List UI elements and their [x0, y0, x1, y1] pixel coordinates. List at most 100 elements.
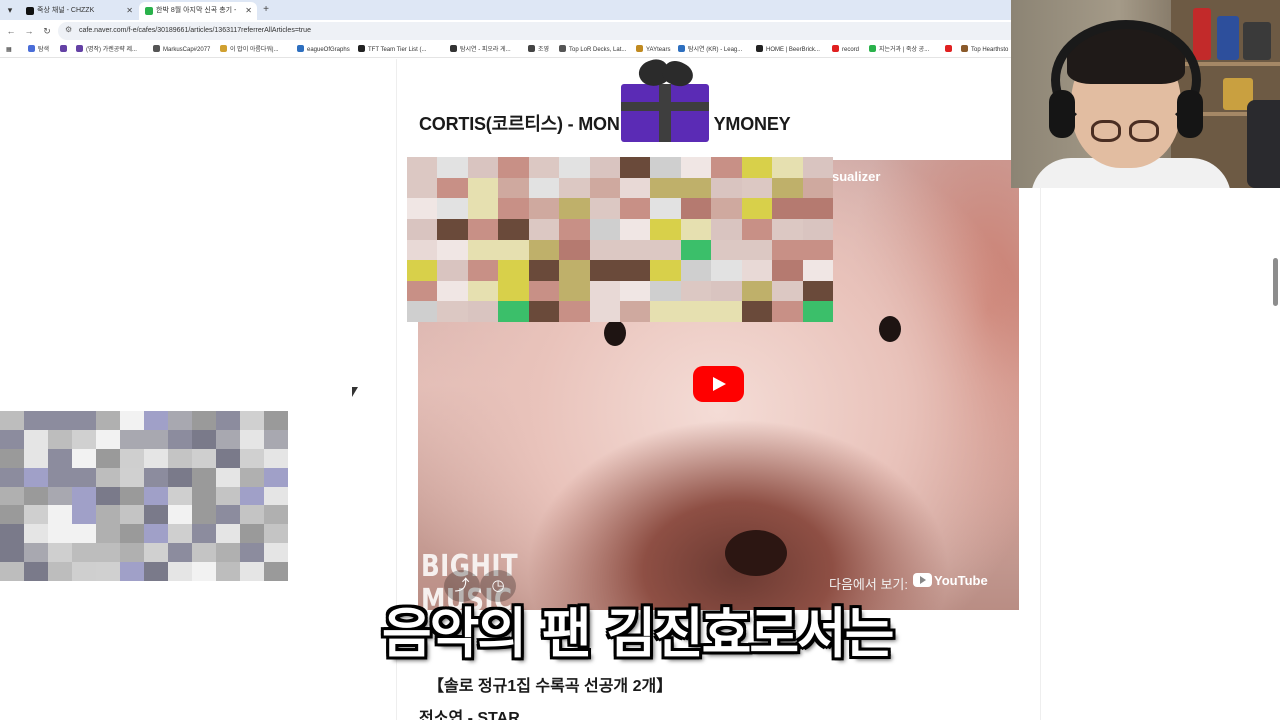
mosaic-cell	[620, 198, 651, 219]
bookmark-label: MarkusCap#2077	[163, 47, 211, 53]
mosaic-cell	[772, 157, 803, 178]
mosaic-cell	[741, 157, 773, 178]
bookmark-item[interactable]: MarkusCap#2077	[153, 42, 210, 58]
mosaic-cell	[240, 448, 264, 468]
mosaic-cell	[24, 411, 48, 430]
mosaic-cell	[680, 177, 712, 199]
mosaic-cell	[741, 301, 773, 322]
bookmark-item[interactable]: TFT Team Tier List (...	[358, 42, 426, 58]
bookmark-item[interactable]: 이 밥이 아름다워|...	[220, 42, 279, 58]
pixelated-overlay	[0, 411, 288, 581]
mosaic-cell	[216, 429, 240, 449]
scrollbar-thumb[interactable]	[1273, 258, 1278, 306]
mosaic-cell	[192, 562, 216, 581]
tab-search-icon[interactable]: ▾	[2, 2, 18, 18]
mosaic-cell	[240, 543, 264, 563]
mosaic-cell	[802, 218, 833, 240]
mosaic-cell	[437, 218, 468, 240]
bookmark-item[interactable]: Top LoR Decks, Lat...	[559, 42, 626, 58]
mosaic-cell	[168, 486, 192, 506]
mosaic-cell	[528, 301, 560, 322]
mosaic-cell	[144, 448, 168, 468]
bookmark-label: record	[842, 47, 860, 53]
mosaic-cell	[772, 218, 803, 240]
mosaic-cell	[168, 505, 192, 525]
mosaic-cell	[498, 218, 529, 240]
mosaic-cell	[192, 486, 216, 506]
mosaic-cell	[620, 280, 651, 302]
mosaic-cell	[772, 198, 803, 219]
mosaic-cell	[240, 505, 264, 525]
mosaic-cell	[467, 177, 499, 199]
bookmark-item[interactable]: YAYtears	[636, 42, 670, 58]
bookmark-item[interactable]	[60, 42, 70, 58]
tab-naver-cafe[interactable]: 한박 8월 아지막 신곡 총기 - ✕	[139, 2, 257, 20]
mosaic-cell	[680, 157, 712, 178]
mosaic-cell	[168, 429, 192, 449]
bookmark-favicon-icon	[76, 45, 83, 52]
play-button[interactable]	[693, 366, 744, 402]
mosaic-cell	[144, 524, 168, 544]
bookmark-item[interactable]: (명작) 가렌공략 제...	[76, 42, 137, 58]
mosaic-cell	[741, 239, 773, 261]
forward-icon[interactable]: →	[22, 23, 36, 39]
bookmark-favicon-icon	[297, 45, 304, 52]
new-tab-icon[interactable]: +	[260, 2, 272, 18]
close-tab-icon[interactable]: ✕	[126, 2, 133, 20]
mosaic-cell	[192, 411, 216, 430]
mosaic-cell	[0, 524, 24, 544]
address-bar[interactable]: ⚙ cafe.naver.com/f-e/cafes/30189661/arti…	[58, 22, 1018, 40]
tab-title: 죽상 채널 - CHZZK	[37, 7, 95, 14]
bookmark-item[interactable]: eagueOfGraphs	[297, 42, 350, 58]
mosaic-cell	[589, 198, 620, 219]
mosaic-cell	[407, 198, 438, 219]
mosaic-cell	[120, 543, 144, 563]
mosaic-cell	[650, 280, 681, 302]
youtube-logo[interactable]: YouTube	[913, 573, 988, 591]
bookmark-label: 탐색	[38, 47, 50, 53]
bookmark-item[interactable]: record	[832, 42, 859, 58]
site-info-icon[interactable]: ⚙	[65, 25, 72, 34]
mosaic-cell	[528, 157, 560, 178]
bookmark-item[interactable]: 조영	[528, 42, 549, 58]
mosaic-cell	[24, 448, 48, 468]
bookmark-favicon-icon	[832, 45, 839, 52]
tab-chzzk[interactable]: 죽상 채널 - CHZZK ✕	[20, 2, 138, 20]
bookmark-favicon-icon	[869, 45, 876, 52]
mosaic-cell	[741, 260, 773, 281]
bookmark-item[interactable]: 탐색	[28, 42, 49, 58]
mosaic-cell	[264, 429, 288, 449]
mosaic-cell	[48, 429, 72, 449]
mosaic-cell	[498, 177, 529, 199]
mosaic-cell	[0, 448, 24, 468]
mosaic-cell	[528, 280, 560, 302]
mosaic-cell	[711, 198, 742, 219]
mosaic-cell	[680, 218, 712, 240]
mosaic-cell	[192, 448, 216, 468]
url-text: cafe.naver.com/f-e/cafes/30189661/articl…	[79, 27, 311, 34]
mosaic-cell	[620, 157, 651, 178]
bookmark-item[interactable]: HOME | BeerBrick...	[756, 42, 820, 58]
mosaic-cell	[802, 177, 833, 199]
apps-grid-icon[interactable]: ▦	[6, 42, 12, 58]
mosaic-cell	[24, 429, 48, 449]
mosaic-cell	[802, 157, 833, 178]
bookmark-item[interactable]: Top Hearthsto	[961, 42, 1008, 58]
mosaic-cell	[216, 486, 240, 506]
bookmark-favicon-icon	[28, 45, 35, 52]
video-title[interactable]: sualizer	[832, 169, 880, 184]
mosaic-cell	[528, 177, 560, 199]
mosaic-cell	[498, 260, 529, 281]
reload-icon[interactable]: ↻	[40, 23, 54, 39]
bookmark-item[interactable]: 탐시연 (KR) - Leag...	[678, 42, 742, 58]
mosaic-cell	[48, 505, 72, 525]
bookmark-favicon-icon	[358, 45, 365, 52]
close-tab-icon[interactable]: ✕	[245, 2, 252, 20]
bookmark-item[interactable]: 탐시연 - 피오라 게...	[450, 42, 511, 58]
back-icon[interactable]: ←	[4, 23, 18, 39]
bookmark-item[interactable]	[945, 42, 955, 58]
bookmark-item[interactable]: 지는거과 | 죽상 공...	[869, 42, 929, 58]
mosaic-cell	[240, 524, 264, 544]
mosaic-cell	[772, 301, 803, 322]
mosaic-cell	[72, 524, 96, 544]
